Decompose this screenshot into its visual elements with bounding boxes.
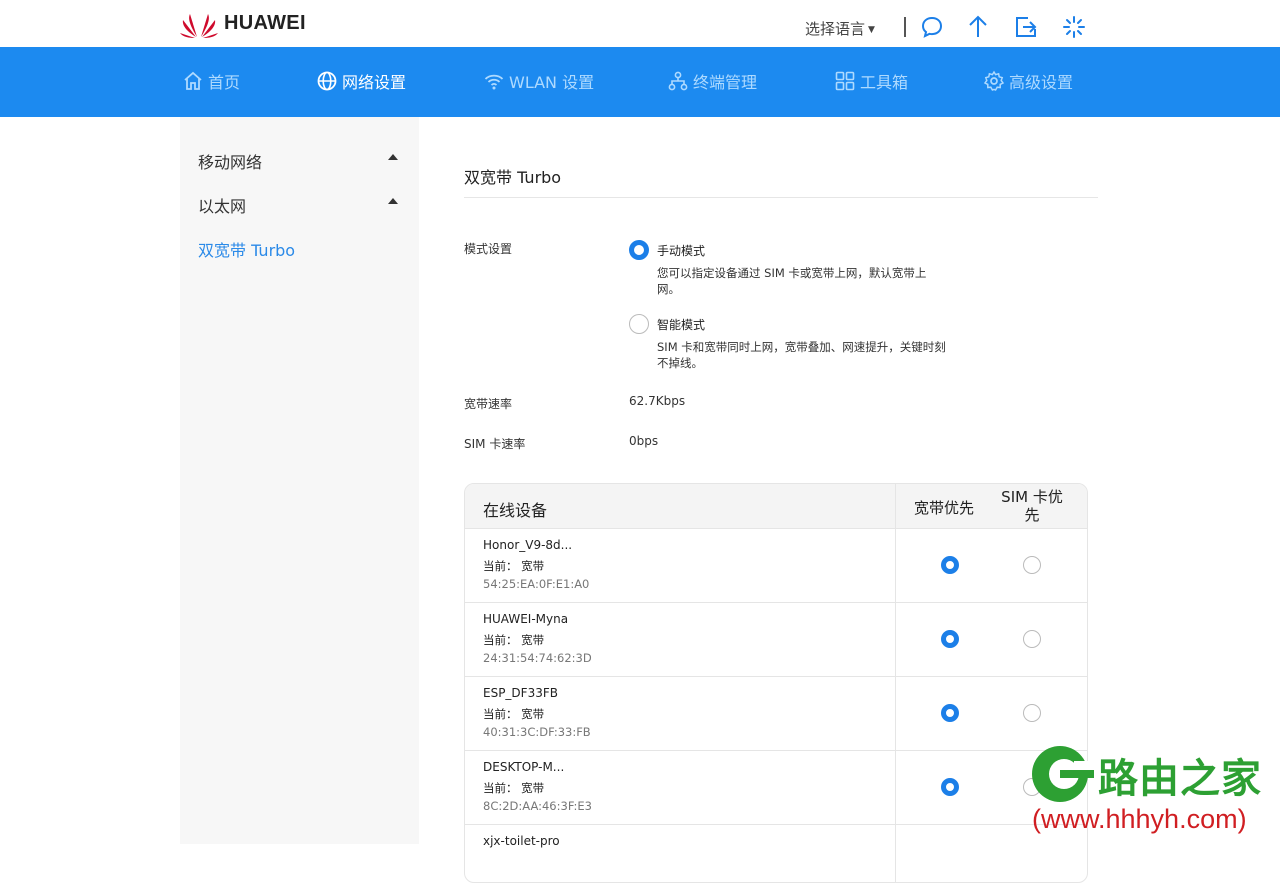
manual-mode-radio[interactable] [629, 240, 649, 260]
sidebar-item-label: 以太网 [198, 197, 247, 216]
device-mac: 24:31:54:74:62:3D [483, 651, 592, 665]
language-select[interactable]: 选择语言 ▼ [805, 18, 875, 39]
globe-icon [317, 71, 337, 91]
chat-icon[interactable] [919, 14, 945, 40]
nav-advanced-settings[interactable]: 高级设置 [983, 69, 1073, 93]
nav-label: 工具箱 [860, 73, 909, 92]
device-current: 当前： 宽带 [483, 633, 545, 647]
column-header-device: 在线设备 [483, 501, 548, 520]
divider [464, 197, 1098, 198]
device-tree-icon [668, 71, 688, 91]
device-name: Honor_V9-8d... [483, 538, 573, 552]
watermark-logo-icon [1032, 746, 1096, 802]
language-label: 选择语言 [805, 20, 866, 38]
online-devices-table: 在线设备 宽带优先 SIM 卡优先 Honor_V9-8d... 当前： 宽带 … [464, 483, 1088, 883]
table-row: Honor_V9-8d... 当前： 宽带 54:25:EA:0F:E1:A0 [465, 529, 1087, 603]
nav-label: WLAN 设置 [509, 73, 595, 92]
smart-mode-radio[interactable] [629, 314, 649, 334]
sidebar-item-dual-broadband-turbo[interactable]: 双宽带 Turbo [198, 237, 398, 261]
nav-label: 终端管理 [693, 73, 758, 92]
device-current: 当前： 宽带 [483, 559, 545, 573]
device-name: DESKTOP-M... [483, 760, 565, 774]
sidebar: 移动网络 以太网 双宽带 Turbo [180, 117, 419, 844]
main-nav: 首页 网络设置 WLAN 设置 终端管理 工具箱 高级设置 [0, 47, 1280, 117]
sim-first-radio[interactable] [1023, 630, 1041, 648]
broadband-first-radio[interactable] [941, 556, 959, 574]
nav-home[interactable]: 首页 [182, 69, 240, 93]
home-icon [184, 71, 202, 90]
device-mac: 54:25:EA:0F:E1:A0 [483, 577, 590, 591]
smart-mode-title: 智能模式 [657, 318, 706, 332]
page-title: 双宽带 Turbo [464, 168, 562, 187]
device-name: HUAWEI-Myna [483, 612, 569, 626]
column-header-broadband-first: 宽带优先 [914, 499, 975, 517]
caret-up-icon[interactable] [388, 198, 398, 204]
huawei-logo[interactable]: HUAWEI [180, 8, 306, 38]
site-watermark: 路由之家 (www.hhhyh.com) [1030, 742, 1280, 844]
smart-mode-desc: SIM 卡和宽带同时上网，宽带叠加、网速提升，关键时刻不掉线。 [657, 340, 946, 370]
broadband-rate-label: 宽带速率 [464, 397, 513, 411]
nav-label: 高级设置 [1009, 73, 1074, 92]
upload-icon[interactable] [965, 14, 991, 40]
device-name: xjx-toilet-pro [483, 834, 560, 848]
sim-first-radio[interactable] [1023, 704, 1041, 722]
broadband-rate-value: 62.7Kbps [629, 394, 686, 408]
sim-first-radio[interactable] [1023, 556, 1041, 574]
device-current: 当前： 宽带 [483, 707, 545, 721]
logout-icon[interactable] [1013, 14, 1039, 40]
broadband-first-radio[interactable] [941, 778, 959, 796]
nav-label: 网络设置 [342, 73, 407, 92]
mode-label: 模式设置 [464, 242, 513, 256]
table-header: 在线设备 宽带优先 SIM 卡优先 [465, 484, 1087, 529]
table-row: xjx-toilet-pro [465, 825, 1087, 882]
toolbox-icon [835, 71, 855, 91]
device-current: 当前： 宽带 [483, 781, 545, 795]
huawei-flower-icon [180, 14, 218, 38]
table-row: HUAWEI-Myna 当前： 宽带 24:31:54:74:62:3D [465, 603, 1087, 677]
table-row: DESKTOP-M... 当前： 宽带 8C:2D:AA:46:3F:E3 [465, 751, 1087, 825]
watermark-url: (www.hhhyh.com) [1032, 804, 1247, 834]
caret-up-icon[interactable] [388, 154, 398, 160]
top-bar: HUAWEI 选择语言 ▼ [0, 0, 1280, 47]
sidebar-item-label: 双宽带 Turbo [198, 241, 296, 260]
gear-icon [983, 70, 1005, 91]
watermark-text: 路由之家 [1098, 756, 1262, 802]
broadband-first-radio[interactable] [941, 704, 959, 722]
nav-terminal-management[interactable]: 终端管理 [667, 69, 757, 93]
caret-down-icon: ▼ [868, 25, 875, 35]
nav-toolbox[interactable]: 工具箱 [834, 69, 908, 93]
manual-mode-title: 手动模式 [657, 244, 706, 258]
sim-rate-label: SIM 卡速率 [464, 437, 526, 451]
sidebar-item-ethernet[interactable]: 以太网 [198, 193, 398, 217]
divider [904, 17, 906, 37]
wifi-icon [484, 74, 504, 90]
column-header-sim-first: SIM 卡优先 [1001, 488, 1063, 524]
loading-icon[interactable] [1061, 14, 1087, 40]
device-mac: 40:31:3C:DF:33:FB [483, 725, 591, 739]
manual-mode-desc: 您可以指定设备通过 SIM 卡或宽带上网，默认宽带上网。 [657, 266, 927, 296]
brand-name: HUAWEI [224, 11, 306, 34]
broadband-first-radio[interactable] [941, 630, 959, 648]
sim-rate-value: 0bps [629, 434, 659, 448]
table-row: ESP_DF33FB 当前： 宽带 40:31:3C:DF:33:FB [465, 677, 1087, 751]
device-name: ESP_DF33FB [483, 686, 558, 700]
sidebar-item-mobile-network[interactable]: 移动网络 [198, 149, 398, 173]
sidebar-item-label: 移动网络 [198, 153, 263, 172]
nav-label: 首页 [208, 73, 241, 92]
nav-wlan-settings[interactable]: WLAN 设置 [483, 69, 594, 93]
nav-network-settings[interactable]: 网络设置 [316, 69, 406, 93]
device-mac: 8C:2D:AA:46:3F:E3 [483, 799, 592, 813]
